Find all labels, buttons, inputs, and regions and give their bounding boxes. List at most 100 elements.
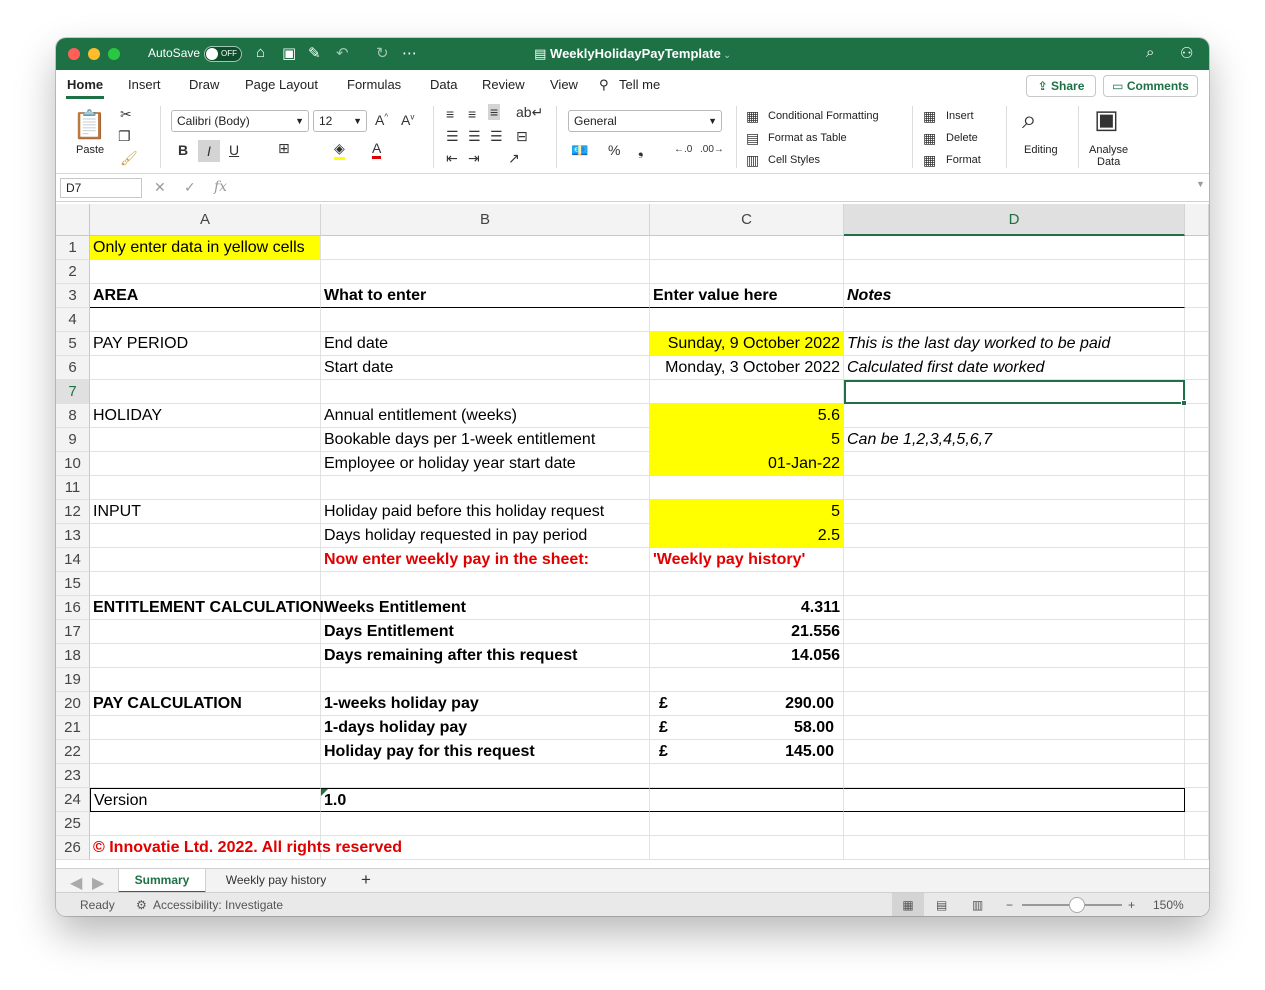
row-header-20[interactable]: 20 (56, 692, 90, 716)
account-icon[interactable]: ⚇ (1180, 44, 1193, 62)
tab-home[interactable]: Home (67, 77, 103, 92)
cell-c1[interactable] (650, 236, 844, 260)
cell-a24[interactable]: Version (90, 788, 321, 812)
cell-e16[interactable] (1185, 596, 1209, 620)
cell-a2[interactable] (90, 260, 321, 284)
cell-a17[interactable] (90, 620, 321, 644)
font-color-icon[interactable]: A (372, 140, 382, 159)
cell-e7[interactable] (1185, 380, 1209, 404)
fill-handle[interactable] (1181, 400, 1187, 406)
cell-a25[interactable] (90, 812, 321, 836)
cell-b15[interactable] (321, 572, 650, 596)
cell-a1[interactable]: Only enter data in yellow cells (90, 236, 321, 260)
cell-a9[interactable] (90, 428, 321, 452)
cell-c19[interactable] (650, 668, 844, 692)
error-indicator-icon[interactable] (321, 789, 328, 796)
tab-review[interactable]: Review (482, 77, 525, 92)
row-header-22[interactable]: 22 (56, 740, 90, 764)
cell-d13[interactable] (844, 524, 1185, 548)
cell-e26[interactable] (1185, 836, 1209, 860)
cell-c6[interactable]: Monday, 3 October 2022 (650, 356, 844, 380)
cell-a8[interactable]: HOLIDAY (90, 404, 321, 428)
normal-view-icon[interactable]: ▦ (892, 893, 924, 916)
column-header-b[interactable]: B (321, 204, 650, 236)
cell-d22[interactable] (844, 740, 1185, 764)
align-bottom-icon[interactable]: ≡ (488, 104, 501, 120)
cell-e19[interactable] (1185, 668, 1209, 692)
column-header-d[interactable]: D (844, 204, 1185, 236)
cell-c14[interactable]: 'Weekly pay history' (650, 548, 844, 572)
column-header-c[interactable]: C (650, 204, 844, 236)
decrease-font-icon[interactable]: Av (401, 112, 414, 128)
cell-d26[interactable] (844, 836, 1185, 860)
cell-d3[interactable]: Notes (844, 284, 1185, 308)
analyse-data-label-1[interactable]: Analyse (1089, 144, 1128, 156)
align-top-icon[interactable]: ≡ (446, 106, 454, 122)
italic-icon[interactable]: I (198, 140, 220, 162)
cell-e15[interactable] (1185, 572, 1209, 596)
cell-e2[interactable] (1185, 260, 1209, 284)
tab-draw[interactable]: Draw (189, 77, 219, 92)
format-as-table-button[interactable]: Format as Table (768, 132, 847, 144)
row-header-16[interactable]: 16 (56, 596, 90, 620)
cell-d24[interactable] (844, 788, 1185, 812)
sheet-tab-summary[interactable]: Summary (118, 869, 206, 893)
cell-e8[interactable] (1185, 404, 1209, 428)
cell-d2[interactable] (844, 260, 1185, 284)
row-header-3[interactable]: 3 (56, 284, 90, 308)
row-header-4[interactable]: 4 (56, 308, 90, 332)
fill-color-icon[interactable]: ◈ (334, 140, 345, 160)
cell-d17[interactable] (844, 620, 1185, 644)
cell-b13[interactable]: Days holiday requested in pay period (321, 524, 650, 548)
comma-style-icon[interactable]: ❟ (638, 142, 644, 159)
cell-b3[interactable]: What to enter (321, 284, 650, 308)
tab-view[interactable]: View (550, 77, 578, 92)
align-center-icon[interactable]: ☰ (468, 128, 481, 145)
cell-c3[interactable]: Enter value here (650, 284, 844, 308)
cell-b14[interactable]: Now enter weekly pay in the sheet: (321, 548, 650, 572)
cell-c4[interactable] (650, 308, 844, 332)
cell-d23[interactable] (844, 764, 1185, 788)
cell-b7[interactable] (321, 380, 650, 404)
cell-c24[interactable] (650, 788, 844, 812)
wrap-text-icon[interactable]: ab↵ (516, 104, 543, 121)
cell-c5[interactable]: Sunday, 9 October 2022 (650, 332, 844, 356)
cell-a7[interactable] (90, 380, 321, 404)
cell-a19[interactable] (90, 668, 321, 692)
cell-d5[interactable]: This is the last day worked to be paid (844, 332, 1185, 356)
row-header-8[interactable]: 8 (56, 404, 90, 428)
bold-icon[interactable]: B (178, 142, 188, 158)
cell-b2[interactable] (321, 260, 650, 284)
cell-b26[interactable] (321, 836, 650, 860)
cell-a3[interactable]: AREA (90, 284, 321, 308)
row-header-26[interactable]: 26 (56, 836, 90, 860)
align-middle-icon[interactable]: ≡ (468, 106, 476, 122)
row-header-1[interactable]: 1 (56, 236, 90, 260)
align-right-icon[interactable]: ☰ (490, 128, 503, 145)
cell-b5[interactable]: End date (321, 332, 650, 356)
cell-c20[interactable]: £290.00 (650, 692, 844, 716)
paste-icon[interactable]: 📋 (72, 108, 107, 141)
cell-c26[interactable] (650, 836, 844, 860)
row-header-14[interactable]: 14 (56, 548, 90, 572)
comments-button[interactable]: ▭ Comments (1103, 75, 1198, 97)
cell-d11[interactable] (844, 476, 1185, 500)
row-header-19[interactable]: 19 (56, 668, 90, 692)
cell-d25[interactable] (844, 812, 1185, 836)
increase-decimal-icon[interactable]: ←.0 (674, 144, 692, 155)
row-header-10[interactable]: 10 (56, 452, 90, 476)
cell-e12[interactable] (1185, 500, 1209, 524)
cell-b4[interactable] (321, 308, 650, 332)
cell-a5[interactable]: PAY PERIOD (90, 332, 321, 356)
cell-a22[interactable] (90, 740, 321, 764)
enter-icon[interactable]: ✓ (184, 179, 196, 196)
cell-b8[interactable]: Annual entitlement (weeks) (321, 404, 650, 428)
cell-b16[interactable]: Weeks Entitlement (321, 596, 650, 620)
add-sheet-icon[interactable]: + (351, 869, 381, 893)
cell-d21[interactable] (844, 716, 1185, 740)
cell-a21[interactable] (90, 716, 321, 740)
editing-button[interactable]: Editing (1024, 144, 1058, 156)
row-header-12[interactable]: 12 (56, 500, 90, 524)
cell-d7[interactable] (844, 380, 1185, 404)
format-cells-button[interactable]: Format (946, 154, 981, 166)
